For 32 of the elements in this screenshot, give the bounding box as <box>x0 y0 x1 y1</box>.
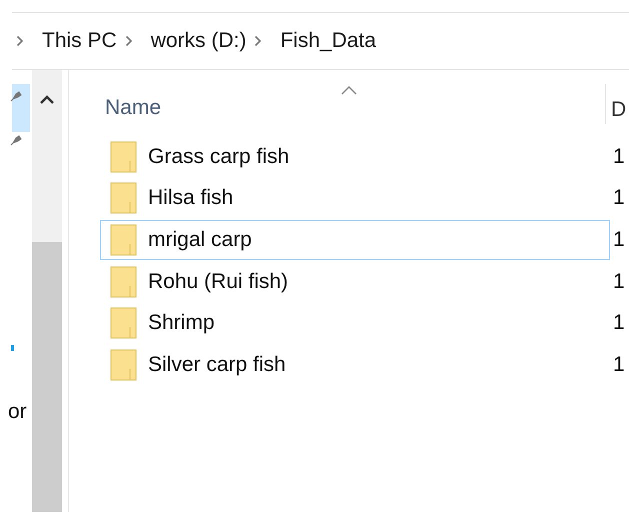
table-cell: 1 <box>613 228 625 252</box>
scrollbar-thumb[interactable] <box>32 242 62 512</box>
folder-item[interactable]: Hilsa fish <box>100 178 610 218</box>
folder-item[interactable]: Grass carp fish <box>100 136 610 177</box>
folder-icon <box>110 266 137 298</box>
table-cell: 1 <box>613 352 625 377</box>
table-cell: 1 <box>613 270 625 294</box>
table-cell: 1 <box>613 186 625 210</box>
folder-item[interactable]: mrigal carp <box>100 220 610 260</box>
breadcrumb-item[interactable]: works (D:) <box>150 29 246 53</box>
folder-icon <box>110 307 137 340</box>
column-header[interactable]: D <box>605 84 626 124</box>
table-cell: 1 <box>613 144 625 169</box>
nav-item[interactable]: or <box>8 400 27 424</box>
folder-icon <box>110 348 137 381</box>
nav-highlight[interactable] <box>12 84 30 132</box>
pin-icon[interactable] <box>10 90 22 102</box>
folder-icon <box>110 224 137 256</box>
folder-icon <box>110 140 137 173</box>
folder-item[interactable]: Rohu (Rui fish) <box>100 262 610 302</box>
chevron-icon <box>254 35 262 47</box>
breadcrumb-item[interactable]: This PC <box>42 29 117 53</box>
table-cell: 1 <box>613 311 625 336</box>
chevron-icon <box>16 35 24 47</box>
breadcrumb-item[interactable]: Fish_Data <box>280 29 376 53</box>
pin-icon[interactable] <box>10 134 22 146</box>
scroll-up-icon[interactable] <box>40 94 54 104</box>
folder-icon <box>110 182 137 214</box>
chevron-icon <box>124 35 133 47</box>
column-header[interactable]: Name <box>105 96 162 120</box>
folder-item[interactable]: Silver carp fish <box>100 344 610 385</box>
folder-item[interactable]: Shrimp <box>100 303 610 344</box>
